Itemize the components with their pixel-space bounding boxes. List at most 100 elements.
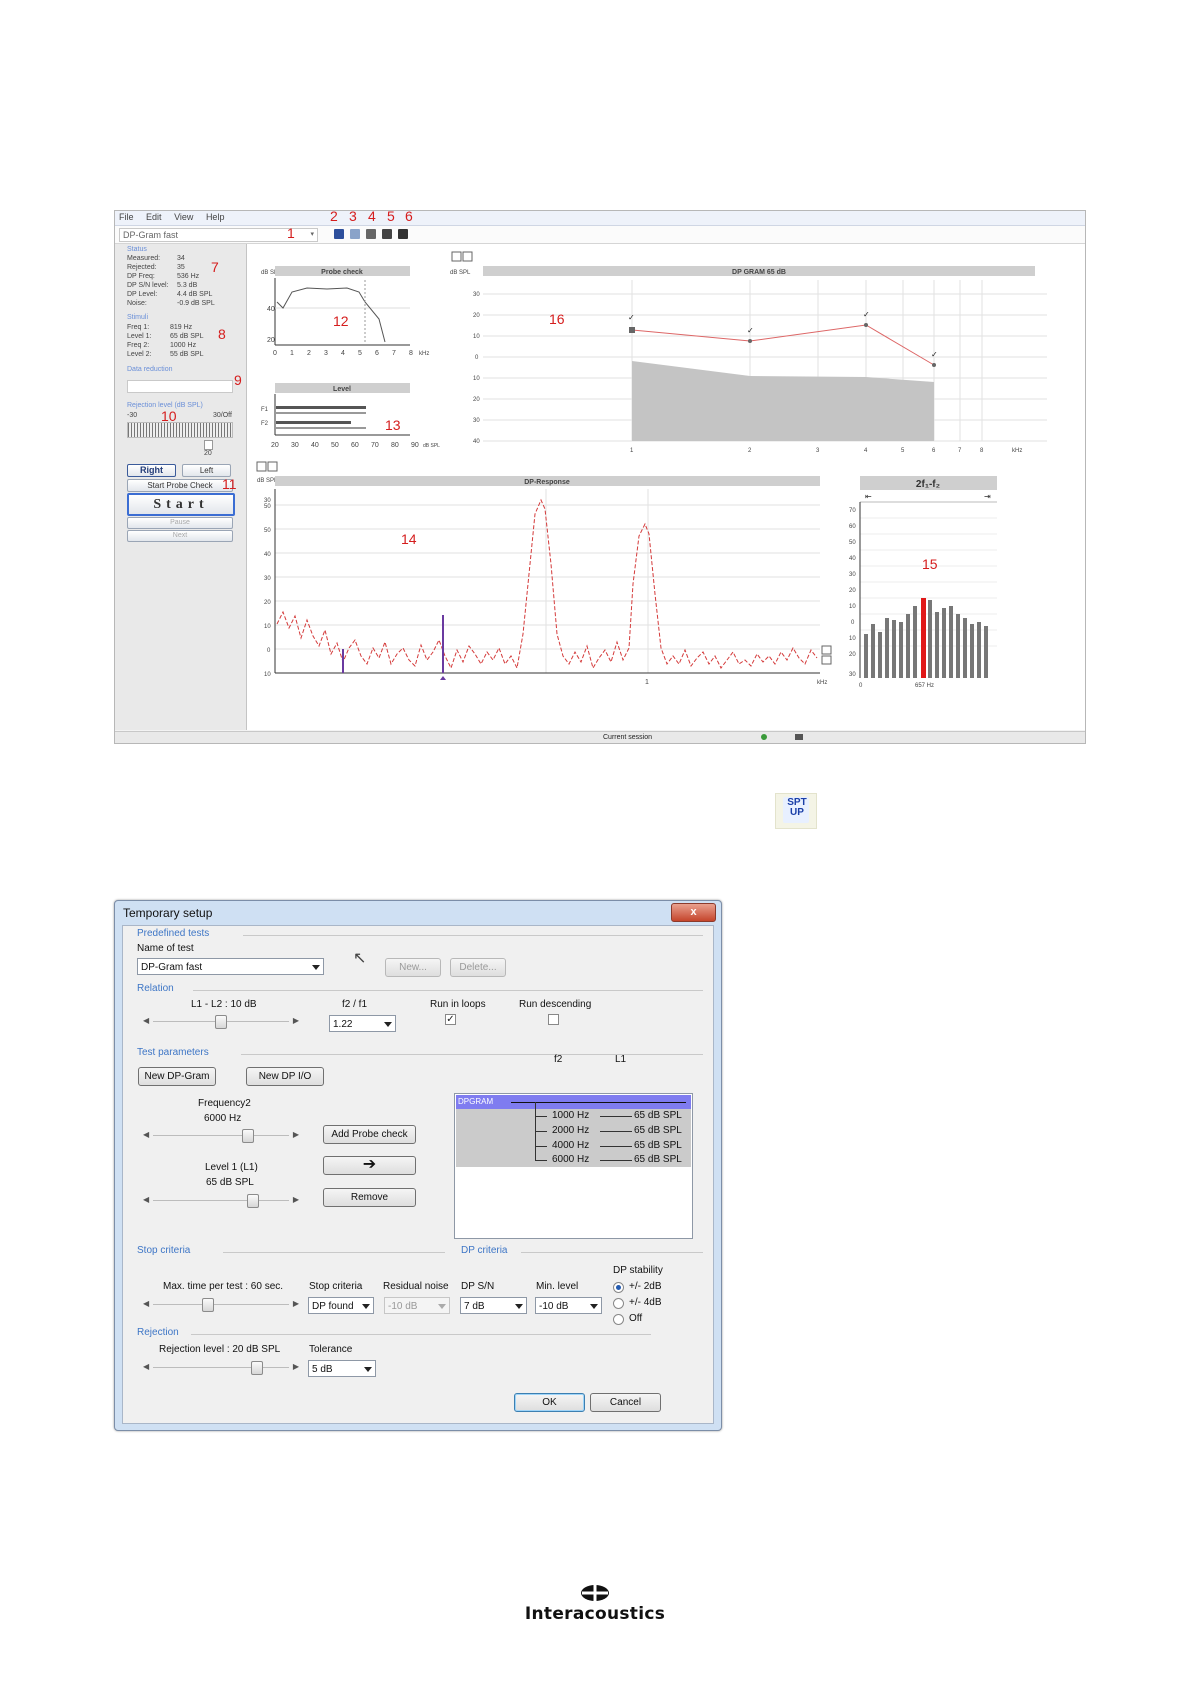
list-item-l1: 65 dB SPL xyxy=(634,1110,682,1121)
list-item[interactable]: 2000 Hz 65 dB SPL xyxy=(535,1125,685,1139)
setup-icon[interactable] xyxy=(334,229,344,239)
callout-15: 15 xyxy=(922,556,938,572)
name-of-test-label: Name of test xyxy=(137,943,194,954)
pause-button[interactable]: Pause xyxy=(127,517,233,529)
remove-button[interactable]: Remove xyxy=(323,1188,416,1207)
spectrum-bar xyxy=(871,624,875,678)
stability-2db-radio[interactable] xyxy=(613,1282,624,1293)
two-f1-f2-left-arrow-icon[interactable]: ⇤ xyxy=(865,492,872,501)
menu-file[interactable]: File xyxy=(119,212,134,222)
new-dp-gram-button[interactable]: New DP-Gram xyxy=(138,1067,216,1086)
two-f1-f2-ytick: 70 xyxy=(849,508,856,514)
list-item[interactable]: 6000 Hz 65 dB SPL xyxy=(535,1154,685,1168)
callout-10: 10 xyxy=(161,408,177,424)
dp-gram-up-icon[interactable] xyxy=(451,251,462,262)
callout-8: 8 xyxy=(218,326,226,342)
dp-sn-select[interactable]: 7 dB xyxy=(460,1297,527,1314)
new-test-button[interactable]: New... xyxy=(385,958,441,977)
two-f1-f2-ytick: 20 xyxy=(849,652,856,658)
dp-gram-down-icon[interactable] xyxy=(462,251,473,262)
level-bar-f1 xyxy=(276,406,366,409)
delete-test-button[interactable]: Delete... xyxy=(450,958,506,977)
rejection-level-slider[interactable]: ◀ ▶ xyxy=(143,1361,299,1375)
status-label: Noise: xyxy=(127,300,147,307)
dp-response-up-icon[interactable] xyxy=(256,461,267,472)
rejection-level-slider-thumb[interactable] xyxy=(251,1361,263,1375)
stability-4db-radio[interactable] xyxy=(613,1298,624,1309)
level1-slider-thumb[interactable] xyxy=(247,1194,259,1208)
level-xtick: 20 xyxy=(271,442,279,449)
status-value: 536 Hz xyxy=(177,273,200,280)
max-time-slider-thumb[interactable] xyxy=(202,1298,214,1312)
list-group-row[interactable]: DPGRAM xyxy=(456,1095,691,1109)
run-in-loops-checkbox[interactable]: ✓ xyxy=(445,1014,456,1025)
level1-slider[interactable]: ◀ ▶ xyxy=(143,1194,299,1208)
stimuli-value: 1000 Hz xyxy=(170,342,197,349)
dp-gram-noise-area xyxy=(632,361,934,441)
dp-response-xtick: 1 xyxy=(645,679,649,686)
dp-gram-check-icon: ✓ xyxy=(931,350,938,359)
menu-edit[interactable]: Edit xyxy=(146,212,162,222)
right-ear-button[interactable]: Right xyxy=(127,464,176,477)
save-new-session-icon[interactable] xyxy=(398,229,408,239)
stop-criteria-select[interactable]: DP found xyxy=(308,1297,374,1314)
callout-7: 7 xyxy=(211,259,219,275)
stimuli-label: Level 1: xyxy=(127,333,152,340)
frequency2-slider[interactable]: ◀ ▶ xyxy=(143,1129,299,1143)
l1-l2-slider[interactable]: ◀ ▶ xyxy=(143,1015,299,1029)
spectrum-bar xyxy=(970,624,974,678)
two-f1-f2-right-arrow-icon[interactable]: ⇥ xyxy=(984,492,991,501)
menu-help[interactable]: Help xyxy=(206,212,225,222)
save-session-icon[interactable] xyxy=(382,229,392,239)
rejection-current: 20 xyxy=(204,450,212,457)
start-probe-check-button[interactable]: Start Probe Check xyxy=(127,479,233,492)
menu-view[interactable]: View xyxy=(174,212,193,222)
level-plot: Level F1 F2 20 30 40 50 60 70 80 90 dB S… xyxy=(261,383,440,449)
dp-gram-title: DP GRAM 65 dB xyxy=(732,269,786,276)
dp-response-down-icon[interactable] xyxy=(267,461,278,472)
close-icon[interactable]: x xyxy=(671,903,716,922)
list-item[interactable]: 1000 Hz 65 dB SPL xyxy=(535,1110,685,1124)
dp-gram-check-icon: ✓ xyxy=(628,313,635,322)
data-reduction-select[interactable] xyxy=(127,380,233,393)
add-to-list-arrow-button[interactable]: ➔ xyxy=(323,1156,416,1175)
name-of-test-select[interactable]: DP-Gram fast xyxy=(137,958,324,975)
run-descending-checkbox[interactable] xyxy=(548,1014,559,1025)
dp-response-title: DP-Response xyxy=(524,479,570,486)
cancel-button[interactable]: Cancel xyxy=(590,1393,661,1412)
print-icon[interactable] xyxy=(366,229,376,239)
l1-l2-slider-thumb[interactable] xyxy=(215,1015,227,1029)
dp-response-zoom-out-icon[interactable] xyxy=(821,655,832,665)
f2-f1-select[interactable]: 1.22 xyxy=(329,1015,396,1032)
level-row-label: F2 xyxy=(261,421,269,427)
two-f1-f2-ytick: 10 xyxy=(849,604,856,610)
dp-response-zoom-in-icon[interactable] xyxy=(821,645,832,655)
spectrum-bar xyxy=(963,618,967,678)
test-list[interactable]: DPGRAM 1000 Hz 65 dB SPL 2000 Hz 65 dB S… xyxy=(454,1093,693,1239)
stimuli-value: 65 dB SPL xyxy=(170,333,204,340)
frequency2-slider-thumb[interactable] xyxy=(242,1129,254,1143)
temporary-setup-icon[interactable] xyxy=(350,229,360,239)
dp-response-cursor-icon[interactable] xyxy=(440,676,446,680)
stability-off-radio[interactable] xyxy=(613,1314,624,1325)
list-item-f2: 2000 Hz xyxy=(552,1125,590,1136)
list-header-f2: f2 xyxy=(554,1054,563,1065)
residual-noise-select[interactable]: -10 dB xyxy=(384,1297,450,1314)
spectrum-bar xyxy=(977,622,981,678)
dp-gram-ytick: 30 xyxy=(473,418,480,424)
spectrum-bar xyxy=(956,614,960,678)
level-bar-f2-target xyxy=(276,427,366,429)
next-button[interactable]: Next xyxy=(127,530,233,542)
start-button[interactable]: Start xyxy=(127,493,235,516)
list-item[interactable]: 4000 Hz 65 dB SPL xyxy=(535,1140,685,1154)
test-selector-value: DP-Gram fast xyxy=(123,230,179,240)
new-dp-io-button[interactable]: New DP I/O xyxy=(246,1067,324,1086)
max-time-slider[interactable]: ◀ ▶ xyxy=(143,1298,299,1312)
rejection-slider-thumb[interactable] xyxy=(204,440,213,450)
level-bar-f2 xyxy=(276,421,351,424)
ok-button[interactable]: OK xyxy=(514,1393,585,1412)
dp-gram-xtick: 4 xyxy=(864,448,868,454)
tolerance-select[interactable]: 5 dB xyxy=(308,1360,376,1377)
add-probe-check-button[interactable]: Add Probe check xyxy=(323,1125,416,1144)
min-level-select[interactable]: -10 dB xyxy=(535,1297,602,1314)
